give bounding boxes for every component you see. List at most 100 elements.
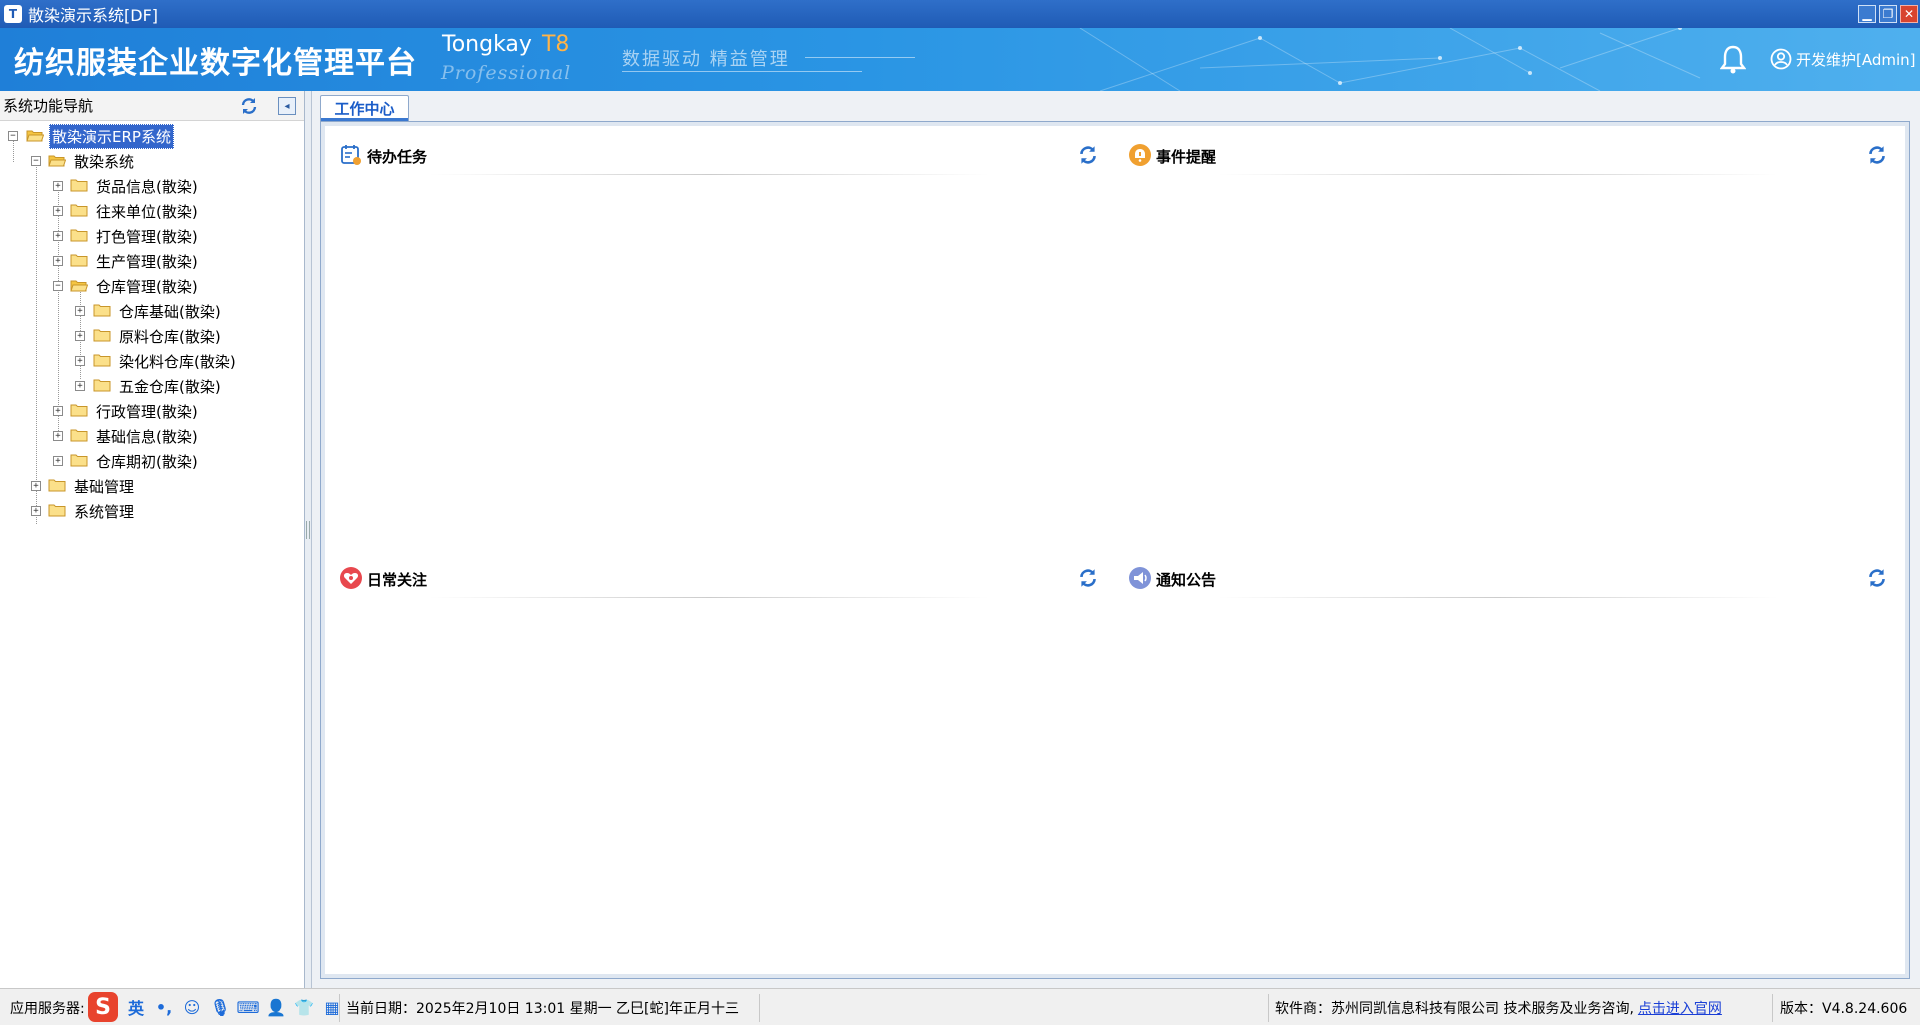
header-banner: 纺织服装企业数字化管理平台 Tongkay T8 Professional 数据驱… (0, 28, 1920, 91)
tree-node-base-mgmt[interactable]: + 基础管理 (0, 474, 304, 499)
refresh-icon[interactable] (1866, 567, 1888, 589)
tree-label: 散染演示ERP系统 (49, 124, 174, 149)
folder-open-icon (26, 130, 44, 142)
folder-icon (93, 329, 111, 342)
user-menu[interactable]: 开发维护[Admin] (1770, 48, 1916, 70)
folder-open-icon (48, 155, 66, 167)
restore-button[interactable]: ❐ (1879, 5, 1897, 23)
tree-node-wh-basic[interactable]: + 仓库基础(散染) (0, 299, 304, 324)
tree-label: 货品信息(散染) (96, 178, 198, 196)
splitter-grip (306, 521, 310, 539)
tree-node-basic-info[interactable]: + 基础信息(散染) (0, 424, 304, 449)
minimize-button[interactable]: ▁ (1858, 5, 1876, 23)
nav-collapse-button[interactable]: ◂ (278, 97, 296, 115)
refresh-icon (241, 98, 257, 114)
expand-toggle[interactable]: + (75, 331, 85, 341)
status-version: 版本：V4.8.24.606 (1780, 1001, 1908, 1017)
collapse-toggle[interactable]: − (53, 281, 63, 291)
panel-title: 待办任务 (367, 148, 428, 166)
slogan-line (805, 57, 915, 58)
expand-toggle[interactable]: + (31, 506, 41, 516)
toolbox-icon[interactable]: ▦ (322, 997, 342, 1017)
tree-node-root[interactable]: − 散染演示ERP系统 (0, 124, 304, 149)
sogou-ime-icon[interactable]: S (88, 992, 118, 1022)
website-link[interactable]: 点击进入官网 (1638, 998, 1722, 1018)
panel-title: 日常关注 (367, 571, 428, 589)
punctuation-icon[interactable]: •, (154, 997, 174, 1017)
ime-toolbar: S 英 •, ☺ 🎙 ⌨ 👤 👕 ▦ (88, 992, 342, 1022)
tree-label: 仓库管理(散染) (96, 278, 198, 296)
tree-node-color[interactable]: + 打色管理(散染) (0, 224, 304, 249)
app-logo-icon: T (4, 5, 22, 23)
tree-node-production[interactable]: + 生产管理(散染) (0, 249, 304, 274)
tree-node-wh-opening[interactable]: + 仓库期初(散染) (0, 449, 304, 474)
tree-node-sys-mgmt[interactable]: + 系统管理 (0, 499, 304, 524)
refresh-icon[interactable] (1077, 567, 1099, 589)
tab-work-center[interactable]: 工作中心 (320, 95, 409, 121)
keyboard-icon[interactable]: ⌨ (236, 997, 259, 1017)
folder-icon (70, 254, 88, 267)
tree-node-warehouse[interactable]: − 仓库管理(散染) (0, 274, 304, 299)
expand-toggle[interactable]: + (53, 206, 63, 216)
nav-title: 系统功能导航 (3, 97, 94, 115)
tree-node-wh-hardware[interactable]: + 五金仓库(散染) (0, 374, 304, 399)
nav-header: 系统功能导航 ◂ (0, 91, 304, 121)
expand-toggle[interactable]: + (53, 456, 63, 466)
alert-icon (1129, 144, 1151, 166)
bell-icon[interactable] (1720, 44, 1746, 74)
panel-divider (429, 174, 989, 175)
nav-panel: 系统功能导航 ◂ − 散染演示ERP系统 − 散染系统 + 货品信息(散染) +… (0, 91, 305, 988)
tree-node-wh-raw[interactable]: + 原料仓库(散染) (0, 324, 304, 349)
tree-node-partners[interactable]: + 往来单位(散染) (0, 199, 304, 224)
folder-icon (70, 229, 88, 242)
panel-header: 通知公告 (1128, 563, 1888, 598)
refresh-icon[interactable] (1077, 144, 1099, 166)
status-vendor: 软件商：苏州同凯信息科技有限公司 技术服务及业务咨询, 点击进入官网 (1268, 994, 1773, 1022)
panel-splitter[interactable] (305, 91, 312, 988)
folder-icon (93, 379, 111, 392)
expand-toggle[interactable]: + (31, 481, 41, 491)
window-titlebar: T 散染演示系统[DF] ▁ ❐ ✕ (0, 0, 1920, 28)
megaphone-icon (1129, 567, 1151, 589)
slogan: 数据驱动 精益管理 (622, 49, 790, 70)
tree-label: 系统管理 (74, 503, 135, 521)
expand-toggle[interactable]: + (53, 431, 63, 441)
platform-title: 纺织服装企业数字化管理平台 (14, 46, 417, 81)
expand-toggle[interactable]: + (75, 356, 85, 366)
nav-tree: − 散染演示ERP系统 − 散染系统 + 货品信息(散染) + 往来单位(散染)… (0, 121, 304, 524)
nav-refresh-button[interactable] (238, 95, 260, 117)
folder-icon (93, 304, 111, 317)
emoji-icon[interactable]: ☺ (182, 997, 202, 1017)
collapse-toggle[interactable]: − (8, 131, 18, 141)
folder-icon (70, 404, 88, 417)
expand-toggle[interactable]: + (53, 181, 63, 191)
folder-icon (48, 479, 66, 492)
tree-node-system[interactable]: − 散染系统 (0, 149, 304, 174)
expand-toggle[interactable]: + (53, 406, 63, 416)
tree-node-admin[interactable]: + 行政管理(散染) (0, 399, 304, 424)
product-brand: Tongkay (442, 32, 532, 57)
panel-title: 事件提醒 (1156, 148, 1217, 166)
tree-label: 散染系统 (74, 153, 135, 171)
refresh-icon[interactable] (1866, 144, 1888, 166)
tree-node-goods[interactable]: + 货品信息(散染) (0, 174, 304, 199)
heart-icon (340, 567, 362, 589)
collapse-toggle[interactable]: − (31, 156, 41, 166)
product-edition: Professional (441, 62, 572, 84)
user-voice-icon[interactable]: 👤 (266, 997, 286, 1017)
expand-toggle[interactable]: + (75, 306, 85, 316)
skin-icon[interactable]: 👕 (294, 997, 314, 1017)
tree-node-wh-dye[interactable]: + 染化料仓库(散染) (0, 349, 304, 374)
ime-language[interactable]: 英 (126, 997, 146, 1018)
expand-toggle[interactable]: + (53, 231, 63, 241)
panel-divider (1218, 174, 1778, 175)
tree-label: 染化料仓库(散染) (119, 353, 236, 371)
expand-toggle[interactable]: + (53, 256, 63, 266)
panel-divider (1218, 597, 1778, 598)
close-button[interactable]: ✕ (1900, 5, 1918, 23)
microphone-icon[interactable]: 🎙 (210, 997, 230, 1017)
tree-label: 基础信息(散染) (96, 428, 198, 446)
window-title: 散染演示系统[DF] (28, 6, 159, 25)
tree-label: 基础管理 (74, 478, 135, 496)
expand-toggle[interactable]: + (75, 381, 85, 391)
